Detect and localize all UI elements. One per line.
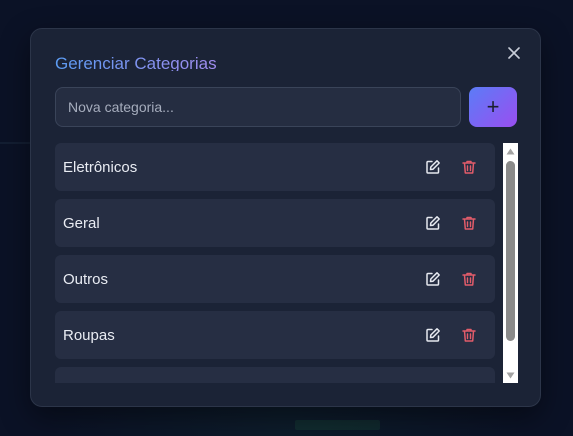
backdrop-detail [0,142,30,144]
trash-icon [462,328,476,342]
category-label: Outros [63,270,109,288]
category-list[interactable]: Eletrônicos Geral Outros Roupas [55,143,518,383]
triangle-up-icon [506,148,515,154]
category-item: Eletrônicos [55,143,495,191]
new-category-input[interactable] [56,88,460,126]
trash-icon [462,160,476,174]
edit-button[interactable] [423,269,443,289]
category-item [55,367,495,383]
trash-icon [462,272,476,286]
category-item: Geral [55,199,495,247]
scroll-up-button[interactable] [503,144,518,158]
edit-button[interactable] [423,325,443,345]
plus-icon: + [486,94,500,119]
edit-icon [426,160,440,174]
delete-button[interactable] [459,213,479,233]
trash-icon [462,216,476,230]
category-label: Eletrônicos [63,158,138,176]
new-category-field [55,87,461,127]
scroll-thumb[interactable] [506,161,515,341]
edit-button[interactable] [423,157,443,177]
scroll-down-button[interactable] [503,368,518,382]
category-label: Geral [63,214,100,232]
category-label: Roupas [63,326,115,344]
delete-button[interactable] [459,269,479,289]
category-item: Roupas [55,311,495,359]
triangle-down-icon [506,372,515,378]
dialog-title: Gerenciar Categorias [55,54,217,71]
close-button[interactable] [504,43,524,63]
manage-categories-dialog: Gerenciar Categorias + Eletrônicos [30,28,541,407]
add-category-button[interactable]: + [469,87,517,127]
close-icon [508,47,520,59]
delete-button[interactable] [459,157,479,177]
category-item: Outros [55,255,495,303]
category-list-scrollbar[interactable] [503,143,518,383]
backdrop-detail [295,420,380,430]
edit-button[interactable] [423,213,443,233]
delete-button[interactable] [459,325,479,345]
edit-icon [426,328,440,342]
edit-icon [426,272,440,286]
edit-icon [426,216,440,230]
